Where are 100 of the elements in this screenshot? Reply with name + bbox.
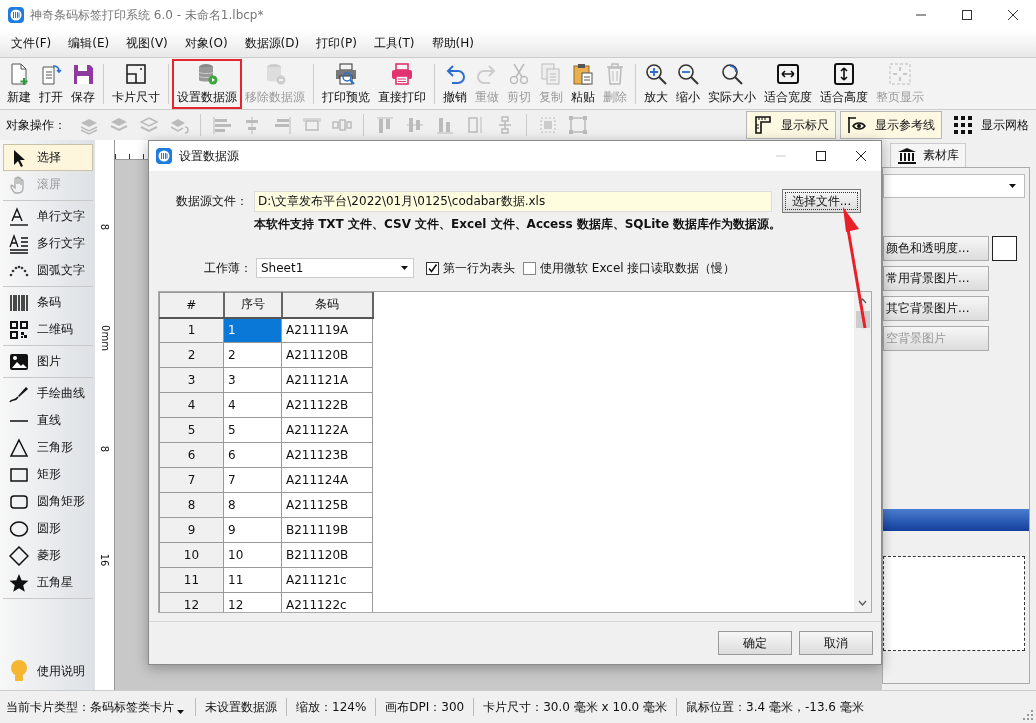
table-cell[interactable]: 9: [223, 517, 282, 543]
toolbar-button[interactable]: 放大: [640, 59, 672, 108]
toggle-button[interactable]: 显示网格: [946, 111, 1036, 139]
browse-button[interactable]: 选择文件...: [782, 189, 861, 213]
table-cell[interactable]: B211119B: [281, 517, 373, 543]
table-cell[interactable]: 4: [223, 392, 282, 418]
tool-button[interactable]: 多行文字: [3, 230, 93, 257]
menu-item[interactable]: 帮助(H): [424, 35, 481, 52]
tool-button[interactable]: 单行文字: [3, 203, 93, 230]
table-cell[interactable]: 3: [223, 367, 282, 393]
menu-item[interactable]: 打印(P): [309, 35, 364, 52]
row-header[interactable]: 2: [159, 342, 224, 368]
table-cell[interactable]: 8: [223, 492, 282, 518]
toggle-button[interactable]: 显示标尺: [746, 111, 836, 139]
checkbox[interactable]: [523, 261, 536, 275]
tool-button[interactable]: 手绘曲线: [3, 380, 93, 407]
toggle-button[interactable]: 显示参考线: [840, 111, 942, 139]
table-cell[interactable]: 5: [223, 417, 282, 443]
dropdown[interactable]: [883, 174, 1025, 198]
tool-button[interactable]: 圆角矩形: [3, 488, 93, 515]
table-cell[interactable]: 7: [223, 467, 282, 493]
tool-button[interactable]: 菱形: [3, 542, 93, 569]
row-header[interactable]: 11: [159, 567, 224, 593]
table-cell[interactable]: B211120B: [281, 542, 373, 568]
dialog-button[interactable]: 取消: [799, 631, 873, 655]
toolbar-button[interactable]: 适合宽度: [760, 59, 816, 108]
panel-tab[interactable]: 素材库: [890, 143, 966, 167]
row-header[interactable]: 1: [159, 317, 224, 343]
table-cell[interactable]: A211124A: [281, 467, 373, 493]
panel-button[interactable]: 常用背景图片...: [883, 266, 989, 291]
tool-button[interactable]: 二维码: [3, 316, 93, 343]
align-icon[interactable]: [375, 115, 395, 135]
table-cell[interactable]: 6: [223, 442, 282, 468]
toolbar-button[interactable]: 适合高度: [816, 59, 872, 108]
toolbar-button[interactable]: 打印预览: [318, 59, 374, 108]
menu-item[interactable]: 文件(F): [4, 35, 59, 52]
table-cell[interactable]: 10: [223, 542, 282, 568]
help-button[interactable]: 使用说明: [3, 654, 93, 688]
card-type-dropdown[interactable]: 当前卡片类型：条码标签类卡片: [6, 698, 186, 716]
tool-button[interactable]: 条码: [3, 289, 93, 316]
toolbar-button[interactable]: 撤销: [439, 59, 471, 108]
toolbar-button[interactable]: 实际大小: [704, 59, 760, 108]
table-cell[interactable]: A211121c: [281, 567, 373, 593]
row-header[interactable]: 5: [159, 417, 224, 443]
toolbar-button[interactable]: 新建: [3, 59, 35, 108]
toolbar-button[interactable]: 缩小: [672, 59, 704, 108]
align-icon[interactable]: [212, 115, 232, 135]
panel-button[interactable]: 其它背景图片...: [883, 296, 989, 321]
color-swatch[interactable]: [992, 236, 1017, 261]
tool-button[interactable]: 图片: [3, 348, 93, 375]
menu-item[interactable]: 数据源(D): [237, 35, 307, 52]
tool-button[interactable]: 选择: [3, 144, 93, 171]
align-icon[interactable]: [405, 115, 425, 135]
toolbar-button[interactable]: 保存: [67, 59, 99, 108]
column-header[interactable]: 序号: [223, 292, 282, 318]
column-header[interactable]: 条码: [281, 292, 373, 318]
row-header[interactable]: 4: [159, 392, 224, 418]
table-cell[interactable]: 11: [223, 567, 282, 593]
scrollbar[interactable]: [854, 292, 871, 612]
layers-icon[interactable]: [139, 115, 159, 135]
sheet-dropdown[interactable]: Sheet1: [256, 258, 414, 278]
table-cell[interactable]: 2: [223, 342, 282, 368]
tool-button[interactable]: 三角形: [3, 434, 93, 461]
table-cell[interactable]: A211119A: [281, 317, 373, 343]
file-path-field[interactable]: D:\文章发布平台\2022\01月\0125\codabar数据.xls: [254, 190, 772, 212]
row-header[interactable]: 12: [159, 592, 224, 612]
align-icon[interactable]: [435, 115, 455, 135]
row-header[interactable]: 9: [159, 517, 224, 543]
column-header[interactable]: #: [159, 292, 224, 318]
panel-button[interactable]: 颜色和透明度...: [883, 236, 989, 261]
menu-item[interactable]: 视图(V): [119, 35, 175, 52]
row-header[interactable]: 6: [159, 442, 224, 468]
toolbar-button[interactable]: 粘贴: [567, 59, 599, 108]
tool-button[interactable]: 五角星: [3, 569, 93, 596]
menu-item[interactable]: 编辑(E): [61, 35, 117, 52]
table-cell[interactable]: A211123B: [281, 442, 373, 468]
tool-button[interactable]: 圆形: [3, 515, 93, 542]
dialog-button[interactable]: 确定: [718, 631, 792, 655]
row-header[interactable]: 8: [159, 492, 224, 518]
checkbox[interactable]: [426, 261, 439, 275]
table-cell[interactable]: A211121A: [281, 367, 373, 393]
row-header[interactable]: 3: [159, 367, 224, 393]
ungroup-icon[interactable]: [568, 115, 588, 135]
toolbar-button[interactable]: 卡片尺寸: [108, 59, 164, 108]
tool-button[interactable]: 圆弧文字: [3, 257, 93, 284]
tool-button[interactable]: 直线: [3, 407, 93, 434]
align-icon[interactable]: [272, 115, 292, 135]
toolbar-button[interactable]: 直接打印: [374, 59, 430, 108]
toolbar-button[interactable]: 打开: [35, 59, 67, 108]
row-header[interactable]: 10: [159, 542, 224, 568]
table-cell[interactable]: A211122B: [281, 392, 373, 418]
menu-item[interactable]: 工具(T): [366, 35, 422, 52]
table-cell[interactable]: A211125B: [281, 492, 373, 518]
row-header[interactable]: 7: [159, 467, 224, 493]
group-icon[interactable]: [538, 115, 558, 135]
menu-item[interactable]: 对象(O): [177, 35, 235, 52]
spacing-icon[interactable]: [465, 115, 485, 135]
table-cell[interactable]: A211120B: [281, 342, 373, 368]
tool-button[interactable]: 矩形: [3, 461, 93, 488]
table-cell[interactable]: A211122A: [281, 417, 373, 443]
